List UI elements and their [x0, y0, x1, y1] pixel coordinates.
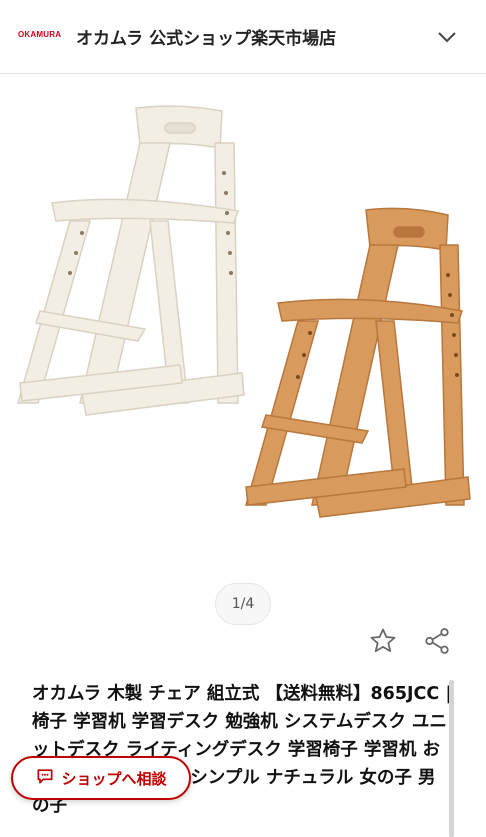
share-icon[interactable] [420, 624, 454, 658]
image-pager: 1/4 [215, 583, 271, 625]
okamura-logo: OKAMURA [18, 30, 62, 39]
consult-shop-button[interactable]: ショップへ相談 [11, 756, 191, 800]
product-image-gallery[interactable] [0, 75, 486, 630]
shop-header[interactable]: OKAMURA オカムラ 公式ショップ楽天市場店 [0, 0, 486, 74]
star-outline-icon[interactable] [366, 624, 400, 658]
natural-chair-image [245, 207, 471, 518]
scrollbar[interactable] [449, 680, 454, 837]
consult-button-label: ショップへ相談 [61, 769, 167, 788]
chat-icon [35, 766, 55, 790]
chevron-down-icon[interactable] [432, 22, 462, 52]
white-chair-image [17, 105, 245, 416]
shop-name[interactable]: オカムラ 公式ショップ楽天市場店 [76, 24, 336, 49]
